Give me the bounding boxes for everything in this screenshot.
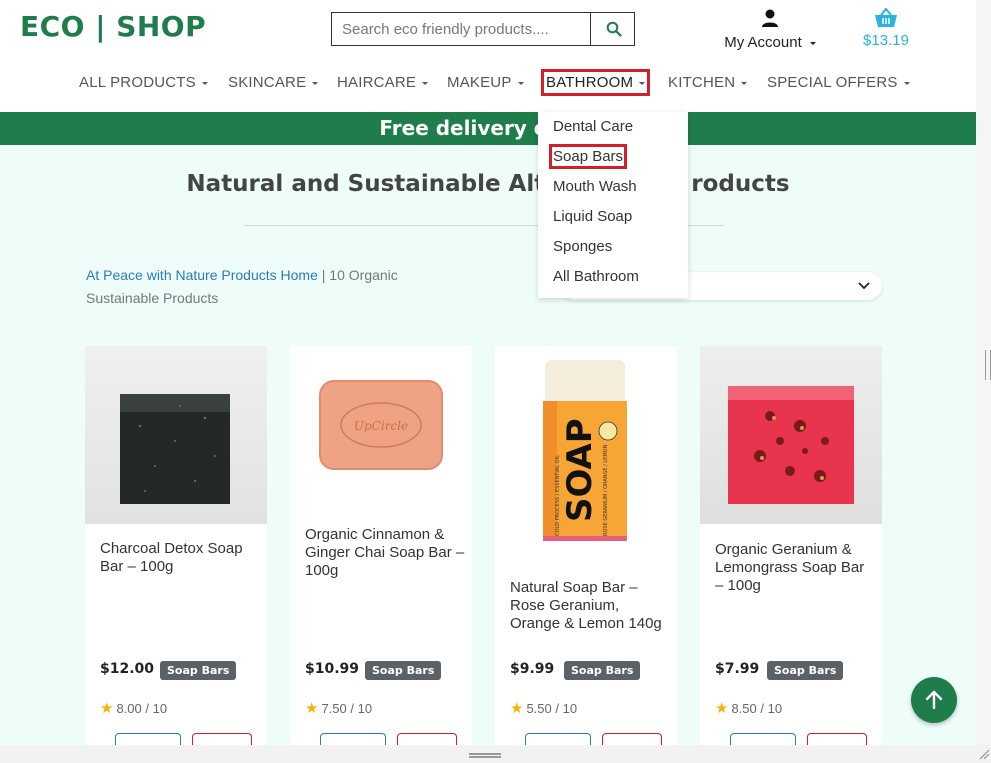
product-rating: ★ 8.50 / 10	[715, 700, 783, 717]
nav-haircare[interactable]: HAIRCARE	[337, 74, 429, 91]
svg-text:ROSE GERANIUM / ORANGE / LEMON: ROSE GERANIUM / ORANGE / LEMON	[603, 444, 609, 536]
product-price: $10.99	[305, 661, 360, 677]
product-card[interactable]: SOAP COLD PROCESS / ESSENTIAL OIL ROSE G…	[495, 346, 677, 748]
chevron-down-icon	[422, 81, 429, 85]
category-badge[interactable]: Soap Bars	[160, 661, 237, 680]
cart-total: $13.19	[863, 32, 909, 49]
product-title[interactable]: Natural Soap Bar – Rose Geranium, Orange…	[510, 579, 670, 633]
basket-icon	[875, 7, 897, 27]
search-input[interactable]	[332, 13, 590, 45]
search-button[interactable]	[590, 12, 636, 46]
product-rating: ★ 7.50 / 10	[305, 700, 373, 717]
scroll-to-top-button[interactable]	[911, 677, 957, 723]
product-image[interactable]: UpCircle	[290, 346, 472, 496]
dropdown-item-sponges[interactable]: Sponges	[553, 238, 612, 255]
nav-bathroom[interactable]: BATHROOM	[540, 69, 651, 96]
chevron-down-icon	[741, 81, 748, 85]
star-icon: ★	[715, 700, 729, 717]
chevron-down-icon	[517, 81, 524, 85]
category-badge[interactable]: Soap Bars	[365, 661, 442, 680]
search-icon	[606, 21, 622, 37]
nav-all-products[interactable]: ALL PRODUCTS	[79, 74, 208, 91]
nav-skincare[interactable]: SKINCARE	[228, 74, 319, 91]
main-nav: ALL PRODUCTS SKINCARE HAIRCARE MAKEUP BA…	[0, 69, 991, 98]
product-title[interactable]: Charcoal Detox Soap Bar – 100g	[100, 540, 260, 576]
product-rating: ★ 5.50 / 10	[510, 700, 578, 717]
arrow-up-icon	[925, 690, 943, 710]
product-price: $12.00	[100, 661, 155, 677]
corner-resize-icon[interactable]	[978, 748, 990, 760]
free-delivery-banner: Free delivery on $8	[0, 112, 976, 145]
svg-text:COLD PROCESS / ESSENTIAL OIL: COLD PROCESS / ESSENTIAL OIL	[555, 455, 561, 536]
nav-special-offers[interactable]: SPECIAL OFFERS	[767, 74, 910, 91]
product-image[interactable]	[700, 346, 882, 524]
chevron-down-icon	[858, 282, 870, 290]
product-title[interactable]: Organic Cinnamon & Ginger Chai Soap Bar …	[305, 526, 465, 580]
star-icon: ★	[305, 700, 319, 717]
chevron-down-icon	[809, 41, 816, 45]
star-icon: ★	[510, 700, 524, 717]
product-image[interactable]	[85, 346, 267, 524]
product-image[interactable]: SOAP COLD PROCESS / ESSENTIAL OIL ROSE G…	[495, 346, 677, 566]
chevron-down-icon	[201, 81, 208, 85]
category-badge[interactable]: Soap Bars	[564, 661, 641, 680]
product-title[interactable]: Organic Geranium & Lemongrass Soap Bar –…	[715, 541, 875, 595]
user-icon	[762, 9, 778, 27]
star-icon: ★	[100, 700, 114, 717]
product-price: $7.99	[715, 661, 760, 677]
page-heading: Natural and Sustainable Alt roducts	[186, 171, 790, 197]
product-card[interactable]: UpCircle Organic Cinnamon & Ginger Chai …	[290, 346, 472, 748]
chevron-down-icon	[312, 81, 319, 85]
breadcrumb-home-link[interactable]: At Peace with Nature Products Home	[86, 267, 318, 283]
chevron-down-icon	[903, 81, 910, 85]
svg-text:UpCircle: UpCircle	[354, 419, 408, 433]
scrollbar-handle[interactable]	[985, 350, 991, 380]
bathroom-dropdown-menu: Dental Care Soap Bars Mouth Wash Liquid …	[538, 112, 688, 298]
dropdown-item-dental-care[interactable]: Dental Care	[553, 118, 633, 135]
product-price: $9.99	[510, 661, 555, 677]
nav-kitchen[interactable]: KITCHEN	[668, 74, 748, 91]
product-rating: ★ 8.00 / 10	[100, 700, 168, 717]
cart-button[interactable]: $13.19	[858, 7, 914, 49]
site-logo[interactable]: ECO | SHOP	[20, 10, 206, 43]
chevron-down-icon	[639, 81, 646, 85]
nav-makeup[interactable]: MAKEUP	[447, 74, 524, 91]
dropdown-item-soap-bars[interactable]: Soap Bars	[548, 144, 628, 169]
category-badge[interactable]: Soap Bars	[767, 661, 844, 680]
my-account-label: My Account	[724, 34, 802, 51]
breadcrumb: At Peace with Nature Products Home | 10 …	[86, 264, 446, 310]
dropdown-item-all-bathroom[interactable]: All Bathroom	[553, 268, 639, 285]
dropdown-item-mouth-wash[interactable]: Mouth Wash	[553, 178, 637, 195]
dropdown-item-liquid-soap[interactable]: Liquid Soap	[553, 208, 632, 225]
resize-grip-icon[interactable]	[469, 753, 501, 758]
scrollbar[interactable]	[976, 0, 991, 763]
my-account-menu[interactable]: My Account	[715, 8, 825, 51]
product-card[interactable]: Charcoal Detox Soap Bar – 100g $12.00 So…	[85, 346, 267, 748]
svg-text:SOAP: SOAP	[560, 418, 600, 522]
product-card[interactable]: Organic Geranium & Lemongrass Soap Bar –…	[700, 346, 882, 748]
